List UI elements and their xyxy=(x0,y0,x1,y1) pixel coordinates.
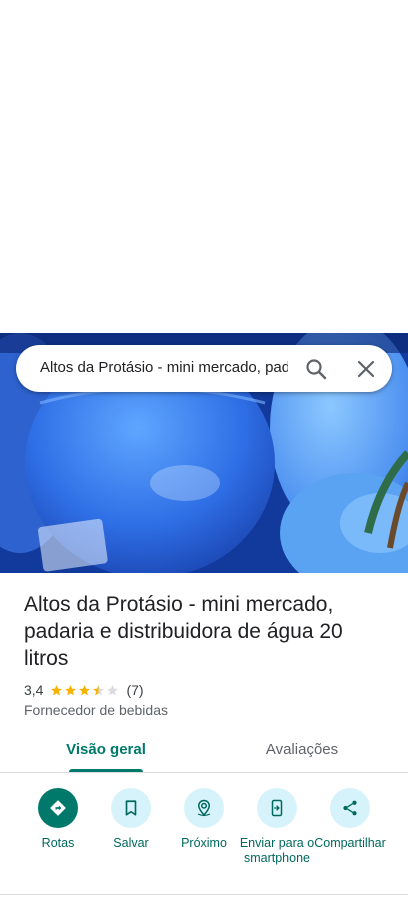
send-to-phone-label: Enviar para o smartphone xyxy=(239,836,315,865)
tab-reviews[interactable]: Avaliações xyxy=(247,741,357,773)
section-divider xyxy=(0,894,408,895)
bookmark-icon xyxy=(111,788,151,828)
star-full-icon xyxy=(51,684,63,695)
star-half-icon xyxy=(93,684,105,695)
send-to-phone-button[interactable]: Enviar para o smartphone xyxy=(239,788,315,866)
save-label: Salvar xyxy=(113,836,149,850)
send-to-phone-icon xyxy=(257,788,297,828)
star-full-icon xyxy=(79,684,91,695)
close-icon[interactable] xyxy=(354,357,378,381)
share-button[interactable]: Compartilhar xyxy=(312,788,388,851)
search-input[interactable]: Altos da Protásio - mini mercado, padari… xyxy=(40,359,288,379)
save-button[interactable]: Salvar xyxy=(93,788,169,851)
directions-label: Rotas xyxy=(41,836,75,850)
blank-area xyxy=(0,0,408,333)
search-icon[interactable] xyxy=(304,357,328,381)
directions-button[interactable]: Rotas xyxy=(20,788,96,851)
star-full-icon xyxy=(65,684,77,695)
star-empty-icon xyxy=(107,684,119,695)
share-icon xyxy=(330,788,370,828)
place-title: Altos da Protásio - mini mercado, padari… xyxy=(24,593,343,670)
place-category: Fornecedor de bebidas xyxy=(24,702,168,718)
share-label: Compartilhar xyxy=(314,836,386,850)
nearby-button[interactable]: Próximo xyxy=(166,788,242,851)
nearby-label: Próximo xyxy=(181,836,227,850)
search-bar[interactable]: Altos da Protásio - mini mercado, padari… xyxy=(16,345,392,392)
review-count[interactable]: (7) xyxy=(126,682,143,698)
tabs-divider xyxy=(0,772,408,773)
rating-value: 3,4 xyxy=(24,682,44,698)
rating-stars xyxy=(50,684,120,697)
directions-icon xyxy=(38,788,78,828)
nearby-icon xyxy=(184,788,224,828)
rating-row[interactable]: 3,4 (7) xyxy=(24,681,144,699)
